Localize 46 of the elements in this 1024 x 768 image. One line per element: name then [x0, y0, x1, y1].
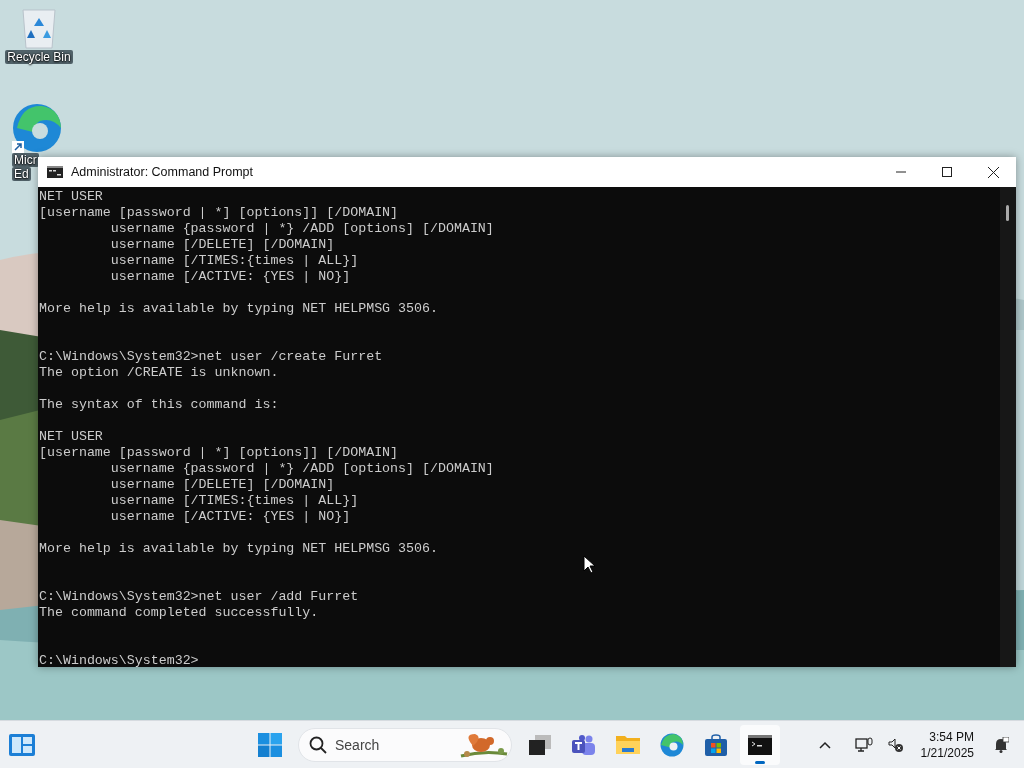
- console-line: username [/DELETE] [/DOMAIN]: [109, 237, 336, 253]
- window-title: Administrator: Command Prompt: [71, 163, 253, 181]
- cursor-icon: [583, 555, 595, 574]
- console-line: C:\Windows\System32>: [39, 653, 200, 667]
- console-line: username [/ACTIVE: {YES | NO}]: [109, 269, 352, 285]
- taskbar-console-button[interactable]: [740, 725, 780, 765]
- console-line: [username [password | *] [options]] [/DOMAIN]: [39, 205, 400, 221]
- task-view-icon: [529, 735, 551, 755]
- console-icon: [748, 735, 772, 755]
- console-line: NET USER: [39, 189, 104, 205]
- icon-label: Recycle Bin: [5, 50, 73, 64]
- console-line: username [/TIMES:{times | ALL}]: [109, 493, 360, 509]
- console-line: username [/TIMES:{times | ALL}]: [109, 253, 360, 269]
- console-line: [username [password | *] [options]] [/DOMAIN]: [39, 445, 400, 461]
- search-icon: [309, 736, 327, 754]
- close-icon: [987, 166, 999, 178]
- console-line: The option /CREATE is unknown.: [39, 365, 280, 381]
- console-line: C:\Windows\System32>net user /add Furret: [39, 589, 360, 605]
- console-line: username {password | *} /ADD [options] [/DOMAIN]: [109, 221, 495, 237]
- squirrel-icon: [459, 732, 509, 760]
- scrollbar[interactable]: [1000, 187, 1016, 667]
- edge-icon: [660, 733, 684, 757]
- console-icon: [47, 166, 63, 178]
- windows-logo-icon: [258, 733, 282, 757]
- recycle-bin-icon[interactable]: [19, 8, 59, 50]
- clock[interactable]: 3:54 PM 1/21/2025: [914, 729, 980, 761]
- icon-label: Micr: [12, 153, 39, 167]
- store-icon: [705, 734, 727, 756]
- console-line: NET USER: [39, 429, 104, 445]
- folder-icon: [616, 734, 640, 756]
- search-field[interactable]: Search: [298, 728, 512, 762]
- console-line: More help is available by typing NET HELPMSG 3506.: [39, 541, 439, 557]
- edge-icon[interactable]: [12, 103, 62, 153]
- widgets-icon: [9, 733, 35, 756]
- search-input[interactable]: Search: [335, 734, 455, 756]
- scroll-thumb[interactable]: [1006, 205, 1009, 221]
- console-line: C:\Windows\System32>net user /create Furret: [39, 349, 384, 365]
- icon-label: Ed: [12, 167, 31, 181]
- console-line: username [/DELETE] [/DOMAIN]: [109, 477, 336, 493]
- teams-icon: [572, 734, 596, 756]
- console-line: The syntax of this command is:: [39, 397, 280, 413]
- console-line: More help is available by typing NET HELPMSG 3506.: [39, 301, 439, 317]
- maximize-icon: [942, 167, 952, 177]
- console-line: username [/ACTIVE: {YES | NO}]: [109, 509, 352, 525]
- console-line: The command completed successfully.: [39, 605, 320, 621]
- console-line: username {password | *} /ADD [options] [/DOMAIN]: [109, 461, 495, 477]
